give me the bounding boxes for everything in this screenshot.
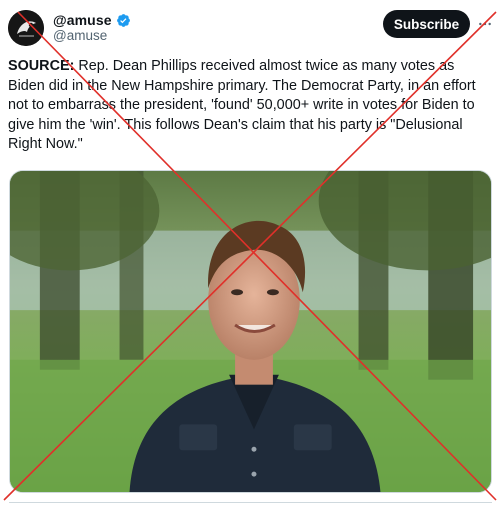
tweet-card: @amuse @amuse Subscribe SOURCE: Rep. Dea… xyxy=(0,0,500,506)
avatar-graphic-icon xyxy=(8,10,44,46)
tweet-photo[interactable] xyxy=(9,170,492,493)
display-name[interactable]: @amuse xyxy=(53,12,112,28)
author-handle[interactable]: @amuse xyxy=(53,28,107,43)
author-name-row: @amuse xyxy=(53,11,131,29)
tweet-text-body: Rep. Dean Phillips received almost twice… xyxy=(8,58,476,152)
portrait-photo xyxy=(10,171,491,492)
verified-badge-icon xyxy=(116,13,131,28)
next-card-edge xyxy=(9,502,492,506)
tweet-text-lead: SOURCE: xyxy=(8,58,75,74)
avatar[interactable] xyxy=(8,10,44,46)
more-options-icon[interactable] xyxy=(476,14,494,34)
tweet-text: SOURCE: Rep. Dean Phillips received almo… xyxy=(8,57,494,155)
subscribe-button[interactable]: Subscribe xyxy=(383,10,470,38)
